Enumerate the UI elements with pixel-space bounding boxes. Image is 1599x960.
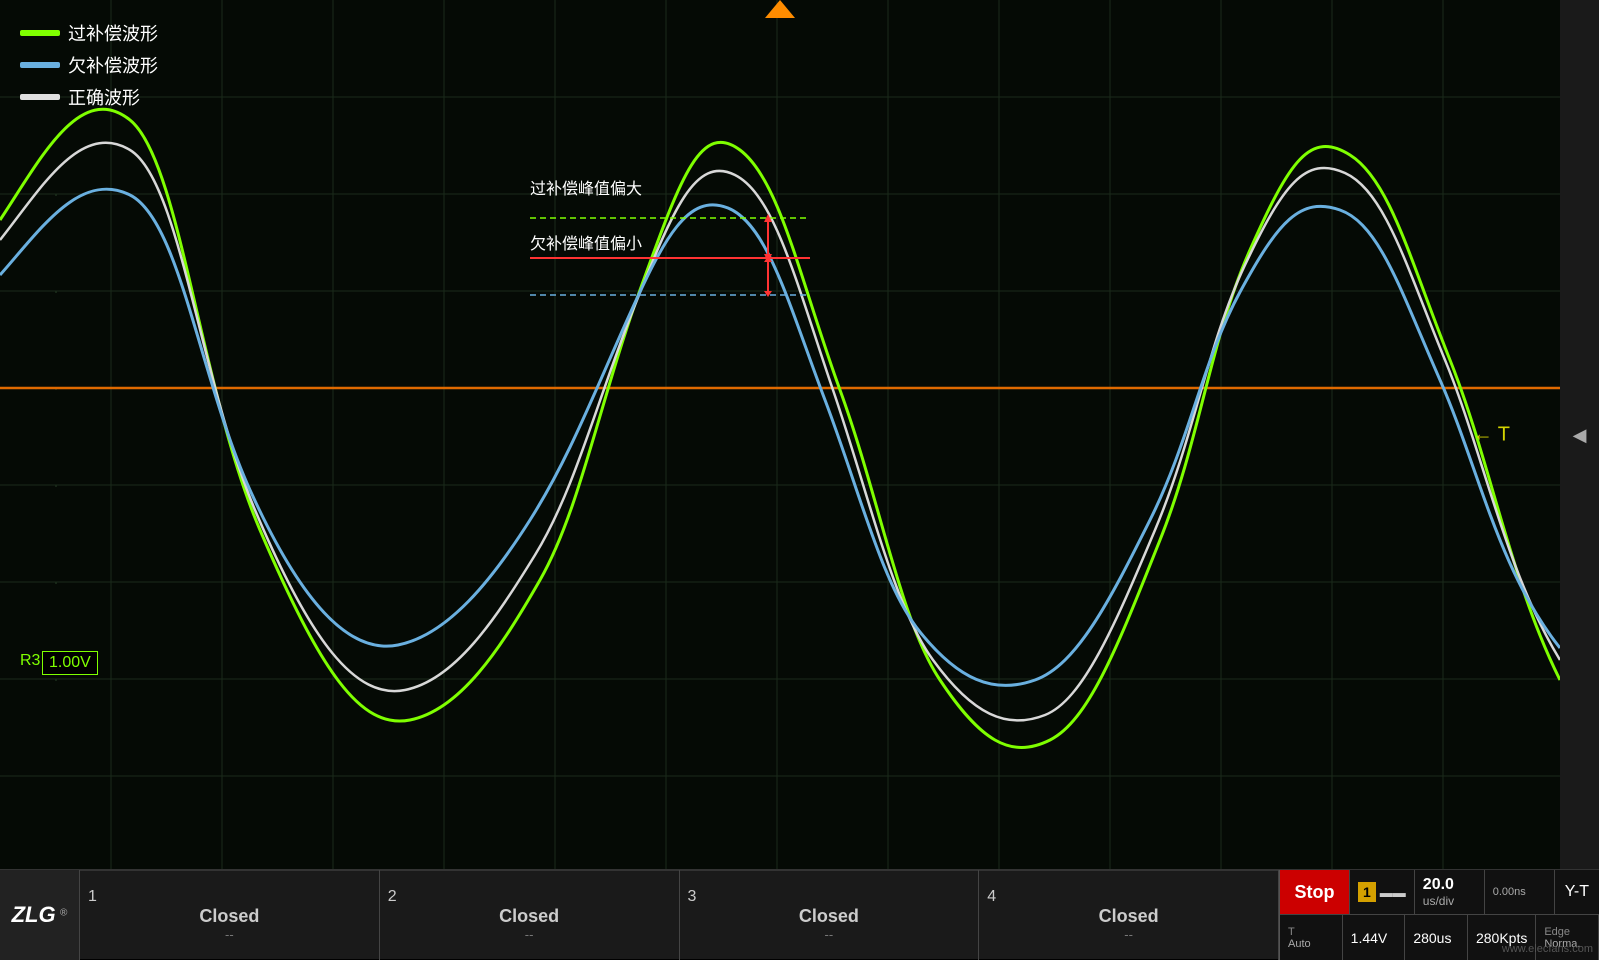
legend-color-undercomp xyxy=(20,62,60,68)
legend-item-overcomp: 过补偿波形 xyxy=(20,20,158,46)
legend-label-undercomp: 欠补偿波形 xyxy=(68,52,158,78)
ch1-dash: -- xyxy=(225,927,234,942)
ch3-number: 3 xyxy=(688,888,697,906)
legend-item-undercomp: 欠补偿波形 xyxy=(20,52,158,78)
channel-4-status[interactable]: 4 Closed -- xyxy=(979,870,1279,960)
trigger-label: T Auto xyxy=(1280,915,1343,960)
ch4-closed: Closed xyxy=(1099,906,1159,927)
legend-label-correct: 正确波形 xyxy=(68,84,140,110)
voltage-box[interactable]: 1.00V xyxy=(42,651,98,675)
channel-r3-label: R3 xyxy=(20,652,40,670)
ch1-box: 1 xyxy=(1358,882,1376,902)
zlg-registered-mark: ® xyxy=(60,908,67,919)
channel-2-status[interactable]: 2 Closed -- xyxy=(380,870,680,960)
yt-label: Y-T xyxy=(1555,870,1599,914)
ch4-dash: -- xyxy=(1124,927,1133,942)
ch1-indicator: 1 ▬▬ xyxy=(1350,870,1415,914)
legend-color-correct xyxy=(20,94,60,100)
trigger-voltage-val: 1.44V xyxy=(1351,930,1397,946)
legend-color-overcomp xyxy=(20,30,60,36)
timebase-unit: us/div xyxy=(1423,894,1476,908)
trigger-delay: 280us xyxy=(1405,915,1468,960)
status-bar: ZLG ® 1 Closed -- 2 Closed -- 3 Closed -… xyxy=(0,869,1599,959)
annotation-overcomp-text: 过补偿峰值偏大 xyxy=(530,181,642,198)
t-label-small: T xyxy=(1288,926,1334,938)
ch4-number: 4 xyxy=(987,888,996,906)
legend-item-correct: 正确波形 xyxy=(20,84,158,110)
timebase-value: 20.0 xyxy=(1423,876,1476,894)
ch1-mode-icon: ▬▬ xyxy=(1380,885,1406,900)
zlg-brand-text: ZLG xyxy=(12,902,56,927)
waveform-display xyxy=(0,0,1560,870)
trigger-type-label: Edge xyxy=(1544,926,1590,938)
legend-label-overcomp: 过补偿波形 xyxy=(68,20,158,46)
channel-1-status[interactable]: 1 Closed -- xyxy=(80,870,380,960)
scroll-right-arrow[interactable]: ◀ xyxy=(1573,425,1587,446)
trigger-mode: Auto xyxy=(1288,938,1334,950)
trigger-delay-val: 280us xyxy=(1413,930,1459,946)
ch1-number: 1 xyxy=(88,888,97,906)
ch2-number: 2 xyxy=(388,888,397,906)
timebase-offset: 0.00ns xyxy=(1485,870,1555,914)
channel-status-group: 1 Closed -- 2 Closed -- 3 Closed -- 4 Cl… xyxy=(80,870,1279,960)
ch3-closed: Closed xyxy=(799,906,859,927)
waveform-legend: 过补偿波形 欠补偿波形 正确波形 xyxy=(20,20,158,110)
trigger-voltage: 1.44V xyxy=(1343,915,1406,960)
right-panel-top: Stop 1 ▬▬ 20.0 us/div 0.00ns Y-T xyxy=(1280,870,1599,915)
right-scrollbar[interactable]: ◀ xyxy=(1560,0,1599,870)
ch2-closed: Closed xyxy=(499,906,559,927)
ch1-closed: Closed xyxy=(199,906,259,927)
channel-3-status[interactable]: 3 Closed -- xyxy=(680,870,980,960)
annotation-undercomp: 欠补偿峰值偏小 xyxy=(530,230,642,254)
watermark: www.elecfans.com xyxy=(1502,943,1593,955)
ch3-dash: -- xyxy=(825,927,834,942)
stop-button[interactable]: Stop xyxy=(1280,870,1350,914)
annotation-overcomp: 过补偿峰值偏大 xyxy=(530,175,642,199)
timebase-info: 20.0 us/div xyxy=(1415,870,1485,914)
ch2-dash: -- xyxy=(525,927,534,942)
zlg-logo: ZLG ® xyxy=(0,870,80,960)
annotation-undercomp-text: 欠补偿峰值偏小 xyxy=(530,236,642,253)
scope-screen: 过补偿波形 欠补偿波形 正确波形 过补偿峰值偏大 欠补偿峰值偏小 R3 1.00… xyxy=(0,0,1560,870)
t-label: ← T xyxy=(1473,424,1510,447)
